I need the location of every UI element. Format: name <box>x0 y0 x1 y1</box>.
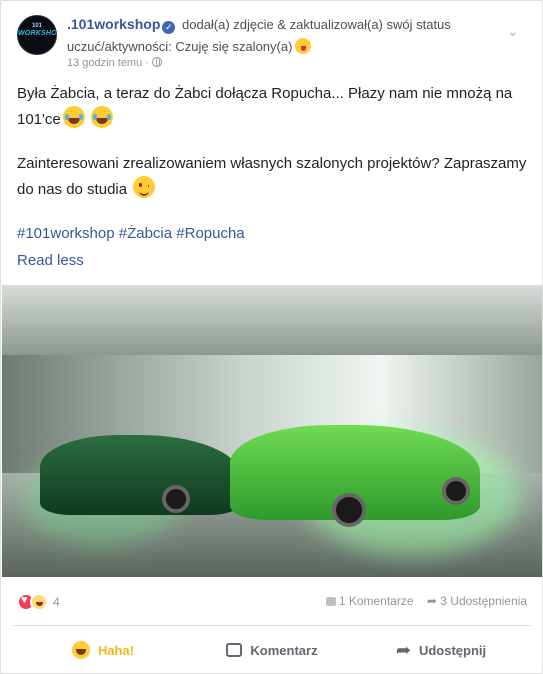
page-name-link[interactable]: .101workshop <box>67 16 160 32</box>
globe-icon <box>151 57 162 67</box>
avatar-number: 101 <box>31 23 42 29</box>
share-arrow-icon: ➦ <box>426 594 441 608</box>
post-paragraph-2: Zainteresowani zrealizowaniem własnych s… <box>17 151 529 202</box>
page-avatar[interactable]: 101 WORKSHOP <box>17 15 57 55</box>
reaction-count[interactable]: 4 <box>53 595 60 609</box>
car-wheel <box>332 493 366 527</box>
haha-reaction-icon[interactable] <box>30 593 48 611</box>
tears-of-joy-icon <box>90 106 113 128</box>
comments-count-text: 1 Komentarze <box>338 594 414 608</box>
share-button[interactable]: ➦ Udostępnij <box>351 629 531 671</box>
comment-label: Komentarz <box>250 642 318 658</box>
engagement-stats: 1 Komentarze ➦ 3 Udostępnienia <box>316 594 527 608</box>
tears-of-joy-icon <box>62 106 85 128</box>
actions-divider <box>13 625 531 626</box>
post-actions: Haha! Komentarz ➦ Udostępnij <box>1 629 543 671</box>
crazy-face-icon <box>295 38 312 54</box>
share-icon: ➦ <box>395 640 411 660</box>
reactions-bar: 4 1 Komentarze ➦ 3 Udostępnienia <box>17 587 527 617</box>
post-paragraph-1: Była Żabcia, a teraz do Żabci dołącza Ro… <box>17 81 529 132</box>
post-card: 101 WORKSHOP .101workshop✓ dodał(a) zdję… <box>0 0 543 674</box>
verified-icon: ✓ <box>162 21 176 34</box>
post-timestamp[interactable]: 13 godzin temu · <box>67 57 162 69</box>
comment-bubble-icon <box>325 597 336 606</box>
chevron-down-icon[interactable]: ⌄ <box>507 24 519 38</box>
shares-count-link[interactable]: ➦ 3 Udostępnienia <box>427 594 527 608</box>
comment-button[interactable]: Komentarz <box>182 629 362 671</box>
paragraph-2-text: Zainteresowani zrealizowaniem własnych s… <box>17 155 527 198</box>
car-wheel <box>442 477 470 505</box>
hashtag-links[interactable]: #101workshop #Żabcia #Ropucha <box>17 221 529 246</box>
haha-button[interactable]: Haha! <box>13 629 193 671</box>
timestamp-text: 13 godzin temu · <box>67 57 149 69</box>
post-photo[interactable] <box>2 285 542 577</box>
shares-count-text: 3 Udostępnienia <box>440 594 527 608</box>
avatar-label: WORKSHOP <box>18 30 57 37</box>
post-meta: .101workshop ✓ dodał(a) zdjęcie & zaktual… <box>67 13 507 58</box>
share-label: Udostępnij <box>418 642 487 658</box>
dark-green-car <box>40 435 240 515</box>
garage-ceiling <box>2 285 542 355</box>
haha-icon <box>71 641 90 659</box>
read-less-link[interactable]: Read less <box>17 248 529 273</box>
comment-icon <box>226 643 243 657</box>
comments-count-link[interactable]: 1 Komentarze <box>325 594 414 608</box>
post-content: Była Żabcia, a teraz do Żabci dołącza Ro… <box>17 81 529 273</box>
post-header: 101 WORKSHOP .101workshop✓ dodał(a) zdję… <box>17 13 527 73</box>
haha-label: Haha! <box>97 642 135 658</box>
car-wheel <box>162 485 190 513</box>
wink-icon <box>133 176 156 198</box>
